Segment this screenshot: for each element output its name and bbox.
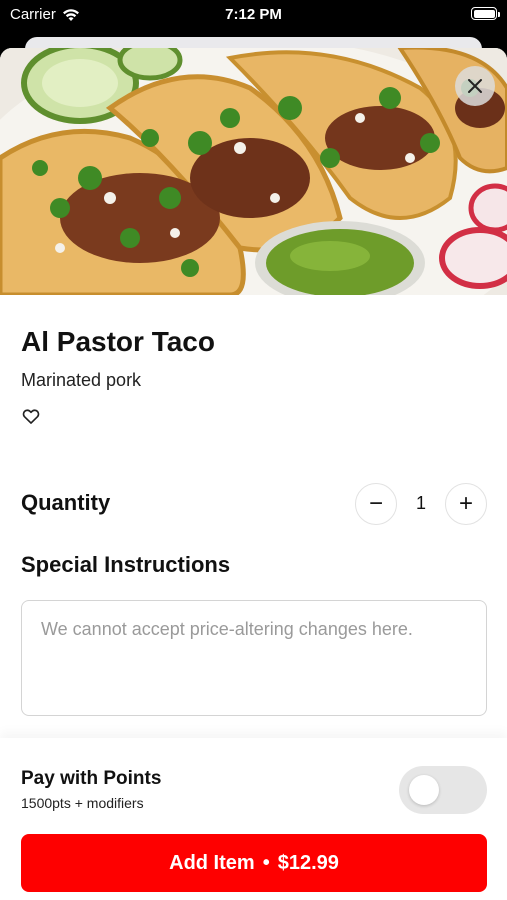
quantity-value: 1 xyxy=(415,493,426,513)
decrease-quantity-button[interactable]: − xyxy=(355,483,397,525)
pay-with-points-label: Pay with Points xyxy=(21,768,162,789)
item-title: Al Pastor Taco xyxy=(21,326,215,357)
special-instructions-input[interactable]: We cannot accept price-altering changes … xyxy=(21,600,487,716)
status-time: 7:12 PM xyxy=(225,6,282,23)
add-item-button[interactable]: Add Item • $12.99 xyxy=(21,834,487,892)
bottom-panel: Pay with Points 1500pts + modifiers Add … xyxy=(0,738,507,900)
close-icon xyxy=(468,79,482,93)
pay-with-points-toggle[interactable] xyxy=(399,766,487,814)
add-item-price: $12.99 xyxy=(277,851,339,874)
increase-quantity-button[interactable]: + xyxy=(445,483,487,525)
close-button[interactable] xyxy=(455,66,495,106)
item-sheet: Al Pastor Taco Marinated pork Quantity −… xyxy=(0,48,507,900)
add-item-label: Add Item xyxy=(169,851,255,874)
minus-icon: − xyxy=(368,490,383,517)
points-sublabel: 1500pts + modifiers xyxy=(21,795,144,811)
quantity-label: Quantity xyxy=(21,490,111,515)
toggle-knob xyxy=(409,775,439,805)
item-description: Marinated pork xyxy=(21,370,142,390)
plus-icon: + xyxy=(458,490,473,517)
battery-icon xyxy=(471,7,500,20)
tacos-photo xyxy=(0,48,507,295)
status-bar: Carrier 7:12 PM xyxy=(0,0,507,30)
add-item-separator: • xyxy=(262,851,270,874)
item-photo xyxy=(0,48,507,295)
special-instructions-label: Special Instructions xyxy=(21,552,231,577)
heart-outline-icon[interactable] xyxy=(21,406,41,426)
